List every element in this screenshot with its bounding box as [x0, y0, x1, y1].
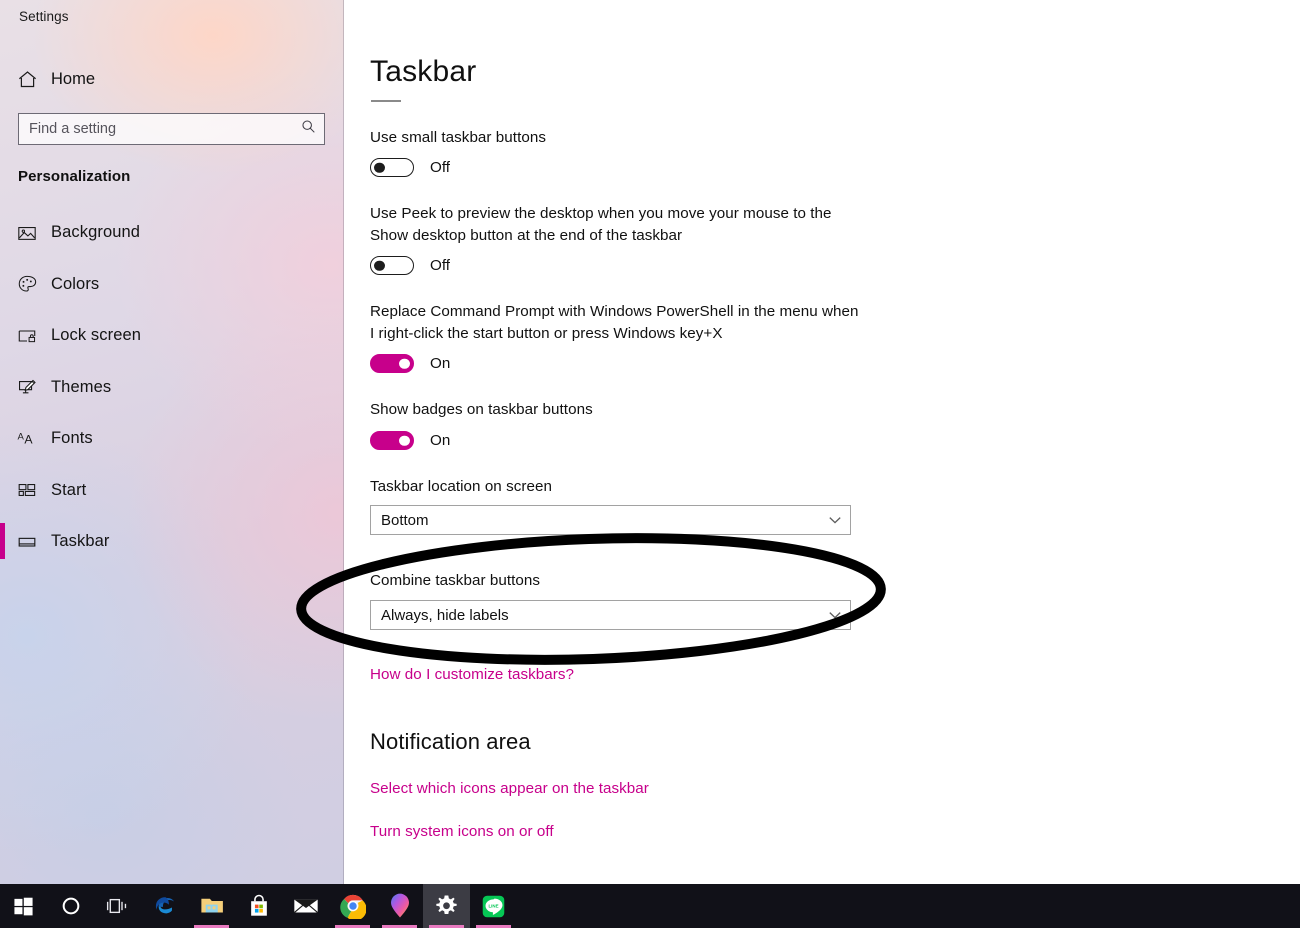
windows-taskbar: LINE: [0, 884, 1300, 928]
settings-window: Settings Home Personalization: [0, 0, 1300, 928]
dropdown-taskbar-location[interactable]: Bottom: [370, 505, 851, 535]
home-icon: [17, 69, 51, 90]
settings-sidebar: Settings Home Personalization: [0, 0, 344, 884]
chevron-down-icon: [828, 610, 842, 620]
sidebar-item-lock-screen[interactable]: Lock screen: [0, 310, 344, 362]
cortana-circle-icon: [62, 897, 79, 915]
fonts-icon: A A: [17, 429, 51, 449]
toggle-state-small-buttons: Off: [430, 159, 450, 176]
edge-button[interactable]: [141, 884, 188, 928]
search-box[interactable]: [18, 113, 325, 145]
toggle-replace-command-prompt[interactable]: [370, 354, 414, 373]
maps-button[interactable]: [376, 884, 423, 928]
link-turn-system-icons[interactable]: Turn system icons on or off: [370, 823, 554, 840]
lock-screen-icon: [17, 326, 51, 346]
search-input[interactable]: [18, 113, 325, 145]
page-title: Taskbar: [370, 55, 477, 88]
toggle-state-badges: On: [430, 432, 451, 449]
svg-text:LINE: LINE: [488, 903, 498, 908]
toggle-use-peek[interactable]: [370, 256, 414, 275]
windows-logo-icon: [14, 897, 33, 915]
setting-label-powershell: Replace Command Prompt with Windows Powe…: [370, 303, 859, 342]
link-select-icons-on-taskbar[interactable]: Select which icons appear on the taskbar: [370, 780, 649, 797]
toggle-row-powershell: On: [370, 354, 450, 373]
dropdown-combine-taskbar-buttons[interactable]: Always, hide labels: [370, 600, 851, 630]
sidebar-item-home-label: Home: [51, 69, 96, 88]
sidebar-item-themes-label: Themes: [51, 377, 112, 396]
setting-label-badges: Show badges on taskbar buttons: [370, 401, 593, 418]
gear-icon: [436, 895, 457, 914]
settings-content-panel: Taskbar Use small taskbar buttons Off Us…: [345, 0, 1300, 884]
sidebar-item-colors-label: Colors: [51, 274, 100, 293]
setting-label-combine-buttons: Combine taskbar buttons: [370, 572, 540, 589]
sidebar-item-taskbar-label: Taskbar: [51, 532, 110, 551]
help-link-customize-taskbars[interactable]: How do I customize taskbars?: [370, 666, 574, 683]
setting-label-small-buttons: Use small taskbar buttons: [370, 129, 546, 146]
app-title: Settings: [19, 9, 69, 24]
toggle-small-taskbar-buttons[interactable]: [370, 158, 414, 177]
folder-icon: [200, 898, 223, 913]
edge-icon: [155, 897, 174, 914]
sidebar-item-lock-screen-label: Lock screen: [51, 326, 142, 345]
line-messenger-icon: LINE: [482, 895, 505, 917]
toggle-row-small-buttons: Off: [370, 158, 450, 177]
line-button[interactable]: LINE: [470, 884, 517, 928]
palette-icon: [17, 274, 51, 294]
sidebar-item-home[interactable]: Home: [0, 60, 344, 98]
settings-button[interactable]: [423, 884, 470, 928]
themes-icon: [17, 377, 51, 397]
mail-button[interactable]: [282, 884, 329, 928]
setting-label-peek: Use Peek to preview the desktop when you…: [370, 205, 832, 244]
file-explorer-button[interactable]: [188, 884, 235, 928]
notification-area-heading: Notification area: [370, 729, 531, 754]
task-view-icon: [106, 898, 126, 914]
chrome-icon: [339, 894, 366, 919]
dropdown-taskbar-location-value: Bottom: [381, 511, 429, 529]
cortana-button[interactable]: [47, 884, 94, 928]
toggle-row-badges: On: [370, 431, 450, 450]
sidebar-item-start[interactable]: Start: [0, 465, 344, 517]
mail-envelope-icon: [293, 899, 318, 913]
sidebar-item-background[interactable]: Background: [0, 207, 344, 259]
sidebar-nav-list: Background Colors Lock screen Themes A A…: [0, 207, 344, 568]
sidebar-item-themes[interactable]: Themes: [0, 362, 344, 414]
sidebar-item-fonts[interactable]: A A Fonts: [0, 413, 344, 465]
dropdown-combine-buttons-value: Always, hide labels: [381, 606, 509, 624]
start-icon: [17, 480, 51, 500]
sidebar-item-taskbar[interactable]: Taskbar: [0, 516, 344, 568]
svg-text:A: A: [24, 432, 33, 446]
sidebar-item-start-label: Start: [51, 480, 87, 499]
toggle-state-powershell: On: [430, 355, 451, 372]
image-icon: [17, 223, 51, 243]
taskbar-icon: [17, 532, 51, 552]
maps-pin-icon: [390, 893, 409, 917]
toggle-show-badges[interactable]: [370, 431, 414, 450]
toggle-row-peek: Off: [370, 256, 450, 275]
sidebar-item-fonts-label: Fonts: [51, 429, 93, 448]
sidebar-item-background-label: Background: [51, 223, 141, 242]
sidebar-section-label: Personalization: [18, 168, 131, 185]
start-button[interactable]: [0, 884, 47, 928]
chevron-down-icon: [828, 515, 842, 525]
toggle-state-peek: Off: [430, 257, 450, 274]
chrome-button[interactable]: [329, 884, 376, 928]
sidebar-item-colors[interactable]: Colors: [0, 259, 344, 311]
microsoft-store-button[interactable]: [235, 884, 282, 928]
task-view-button[interactable]: [94, 884, 141, 928]
store-bag-icon: [250, 894, 267, 916]
setting-label-taskbar-location: Taskbar location on screen: [370, 478, 552, 495]
title-underline: [371, 100, 401, 102]
